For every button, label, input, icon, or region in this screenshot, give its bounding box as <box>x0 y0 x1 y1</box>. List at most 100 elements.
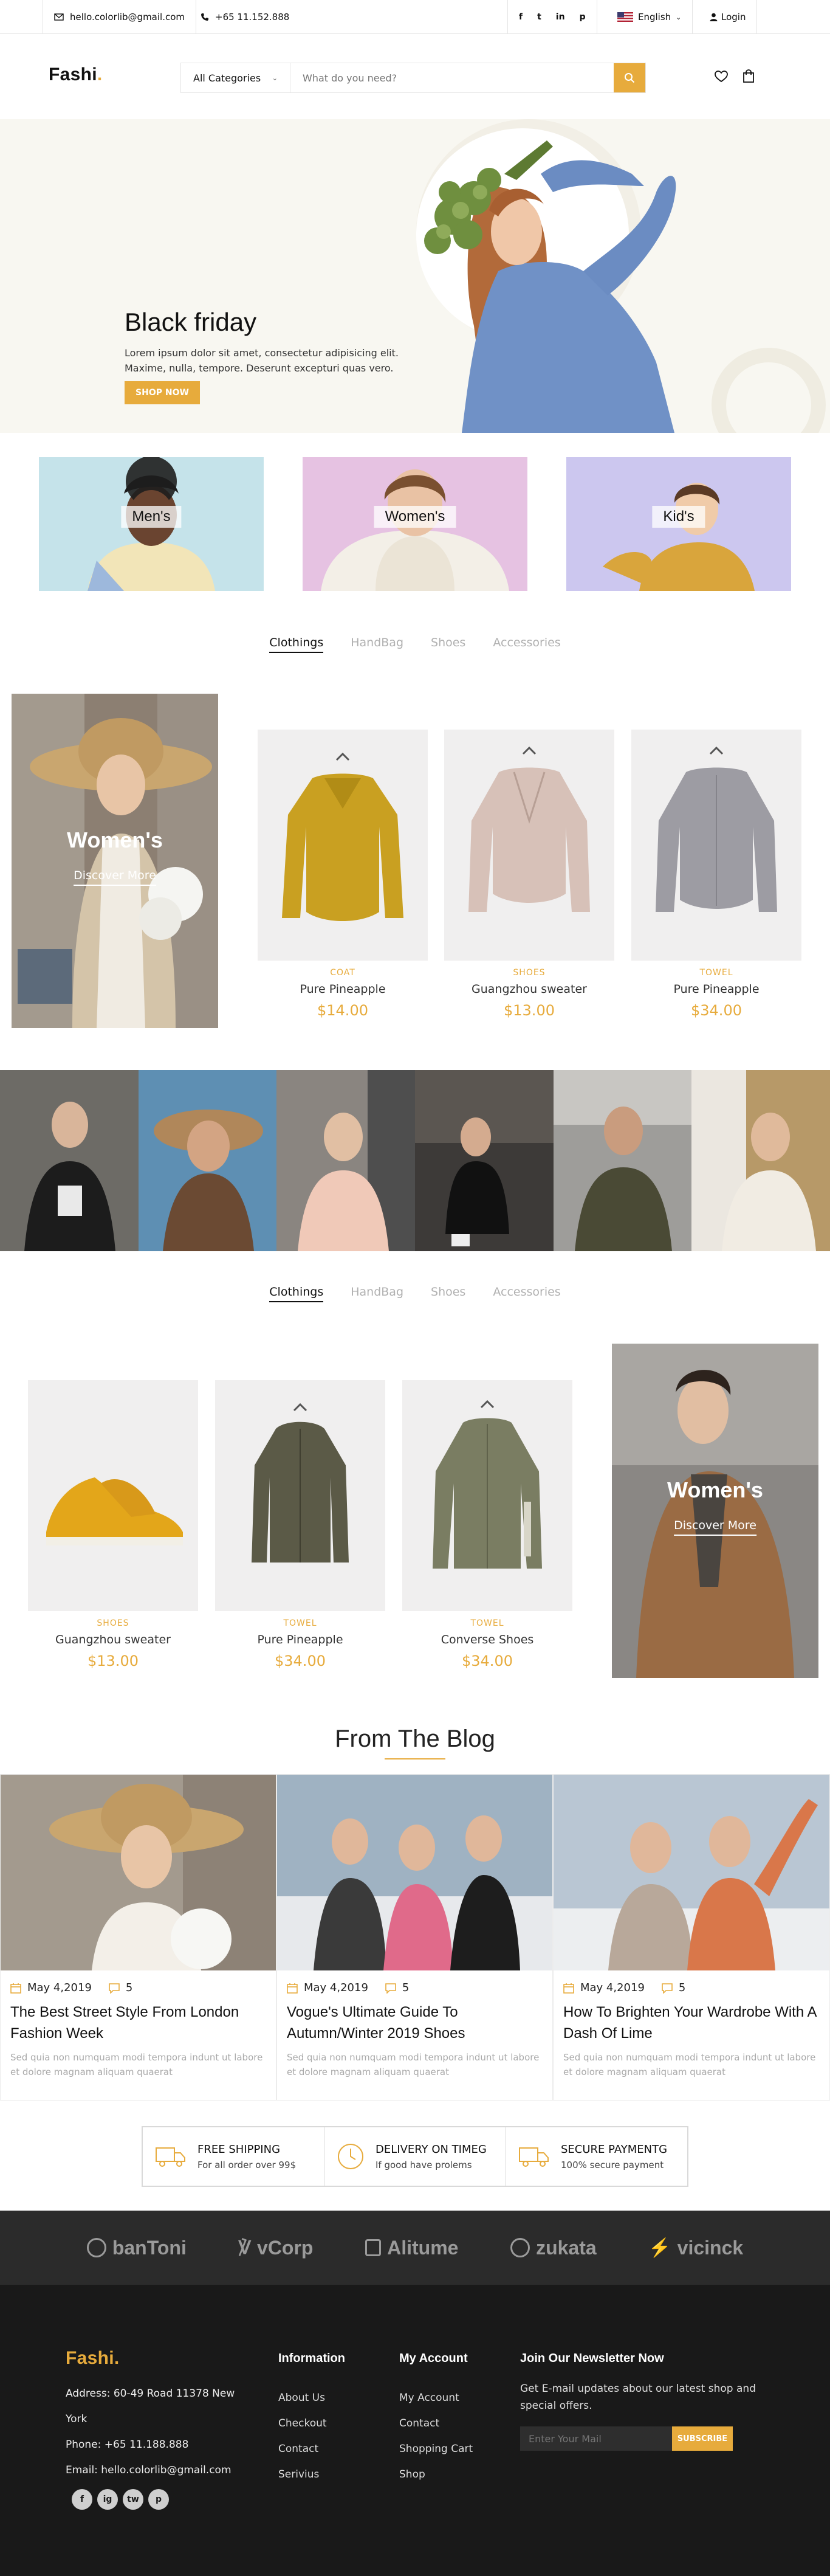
pinterest-icon[interactable]: p <box>580 12 586 22</box>
site-logo[interactable]: Fashi. <box>49 64 103 85</box>
post-meta: May 4,2019 5 <box>554 1970 829 1994</box>
footer-link[interactable]: Contact <box>278 2436 345 2462</box>
footer-link[interactable]: Serivius <box>278 2462 345 2487</box>
cart-button[interactable] <box>743 69 755 85</box>
newsletter-email-input[interactable] <box>520 2426 672 2451</box>
product-card[interactable]: SHOES Guangzhou sweater $13.00 <box>444 730 614 1019</box>
subscribe-button[interactable]: SUBSCRIBE <box>672 2426 733 2451</box>
partner-logo[interactable]: zukata <box>510 2237 597 2259</box>
partner-name: zukata <box>536 2236 597 2259</box>
product-card[interactable]: TOWEL Pure Pineapple $34.00 <box>631 730 801 1019</box>
blog-post[interactable]: May 4,2019 5 Vogue's Ultimate Guide To A… <box>276 1774 553 2101</box>
gallery-item[interactable] <box>553 1070 692 1251</box>
footer-email: Email: hello.colorlib@gmail.com <box>66 2464 232 2476</box>
banner-kids[interactable]: Kid's <box>566 457 791 591</box>
product-name[interactable]: Pure Pineapple <box>258 982 428 996</box>
footer-logo[interactable]: Fashi. <box>66 2348 254 2369</box>
site-footer: Fashi. Address: 60-49 Road 11378 New Yor… <box>0 2285 830 2576</box>
partner-logo[interactable]: Alitume <box>365 2237 458 2259</box>
product-name[interactable]: Guangzhou sweater <box>28 1633 198 1646</box>
post-title[interactable]: The Best Street Style From London Fashio… <box>1 1994 276 2044</box>
tab-shoes[interactable]: Shoes <box>431 636 465 653</box>
post-title[interactable]: Vogue's Ultimate Guide To Autumn/Winter … <box>277 1994 552 2044</box>
banner-label: Kid's <box>652 506 705 528</box>
login-link[interactable]: Login <box>699 0 758 34</box>
footer-link[interactable]: Shop <box>399 2462 473 2487</box>
tab-clothings[interactable]: Clothings <box>269 636 324 653</box>
product-name[interactable]: Pure Pineapple <box>215 1633 385 1646</box>
gallery-item[interactable] <box>415 1070 554 1251</box>
language-select[interactable]: English ⌄ <box>606 0 693 34</box>
tab-handbag[interactable]: HandBag <box>351 1285 403 1302</box>
feature-title: SECURE PAYMENTG <box>561 2143 668 2156</box>
partner-name: vCorp <box>257 2236 314 2259</box>
twitter-icon[interactable]: tw <box>123 2489 143 2510</box>
tab-accessories[interactable]: Accessories <box>493 636 560 653</box>
tab-accessories[interactable]: Accessories <box>493 1285 560 1302</box>
product-card[interactable]: TOWEL Converse Shoes $34.00 <box>402 1380 572 1670</box>
product-card[interactable]: COAT Pure Pineapple $14.00 <box>258 730 428 1019</box>
instagram-icon[interactable]: ig <box>97 2489 118 2510</box>
features-bar: FREE SHIPPING For all order over 99$ DELI… <box>142 2126 688 2187</box>
promo-title: Women's <box>667 1477 763 1502</box>
footer-link[interactable]: Checkout <box>278 2411 345 2436</box>
gallery-item[interactable] <box>138 1070 277 1251</box>
gallery-item[interactable] <box>0 1070 139 1251</box>
blog-post[interactable]: May 4,2019 5 How To Brighten Your Wardro… <box>553 1774 830 2101</box>
banner-women[interactable]: Women's <box>303 457 527 591</box>
topbar-phone[interactable]: +65 11.152.888 <box>190 0 300 34</box>
partner-logos: banToni ℣ vCorp Alitume zukata ⚡ vicinck <box>0 2211 830 2285</box>
banner-label: Women's <box>374 506 456 528</box>
blog-post[interactable]: May 4,2019 5 The Best Street Style From … <box>0 1774 276 2101</box>
facebook-icon[interactable]: f <box>72 2489 92 2510</box>
product-name[interactable]: Guangzhou sweater <box>444 982 614 996</box>
category-select[interactable]: All Categories ⌄ <box>181 63 290 92</box>
post-meta: May 4,2019 5 <box>1 1970 276 1994</box>
footer-link[interactable]: Shopping Cart <box>399 2436 473 2462</box>
footer-information: Information About Us Checkout Contact Se… <box>278 2352 345 2487</box>
women-promo[interactable]: Women's Discover More <box>12 694 218 1028</box>
product-price: $13.00 <box>504 1002 555 1019</box>
shop-now-button[interactable]: SHOP NOW <box>125 381 200 404</box>
partner-name: Alitume <box>387 2236 459 2259</box>
gallery-item[interactable] <box>276 1070 416 1251</box>
product-card[interactable]: TOWEL Pure Pineapple $34.00 <box>215 1380 385 1670</box>
footer-about: Fashi. Address: 60-49 Road 11378 New Yor… <box>66 2348 254 2510</box>
tab-clothings[interactable]: Clothings <box>269 1285 324 1302</box>
vicinck-icon: ⚡ <box>648 2237 671 2258</box>
partner-logo[interactable]: ℣ vCorp <box>238 2237 313 2259</box>
footer-link[interactable]: About Us <box>278 2385 345 2411</box>
footer-link[interactable]: Contact <box>399 2411 473 2436</box>
secure-payment-icon <box>519 2147 549 2167</box>
wishlist-button[interactable] <box>715 71 728 85</box>
footer-logo-dot: . <box>114 2348 120 2368</box>
product-card[interactable]: SHOES Guangzhou sweater $13.00 <box>28 1380 198 1670</box>
pinterest-icon[interactable]: p <box>148 2489 169 2510</box>
feature-subtitle: 100% secure payment <box>561 2159 664 2170</box>
product-image <box>402 1380 572 1611</box>
product-name[interactable]: Pure Pineapple <box>631 982 801 996</box>
footer-logo-text: Fashi <box>66 2348 114 2368</box>
feature-subtitle: If good have prolems <box>376 2159 472 2170</box>
facebook-icon[interactable]: f <box>519 12 523 22</box>
men-promo-image <box>612 1344 818 1678</box>
search-input[interactable] <box>290 63 614 92</box>
partner-logo[interactable]: banToni <box>86 2237 187 2259</box>
topbar-email[interactable]: hello.colorlib@gmail.com <box>43 0 197 34</box>
partner-logo[interactable]: ⚡ vicinck <box>648 2237 743 2259</box>
discover-more-link[interactable]: Discover More <box>674 1519 756 1536</box>
product-name[interactable]: Converse Shoes <box>402 1633 572 1646</box>
phone-icon <box>201 13 208 21</box>
twitter-icon[interactable]: t <box>537 12 541 22</box>
men-promo[interactable]: Women's Discover More <box>612 1344 818 1678</box>
tab-shoes[interactable]: Shoes <box>431 1285 465 1302</box>
tab-handbag[interactable]: HandBag <box>351 636 403 653</box>
search-button[interactable] <box>614 63 645 92</box>
discover-more-link[interactable]: Discover More <box>74 869 156 886</box>
banner-men[interactable]: Men's <box>39 457 264 591</box>
product-category: TOWEL <box>470 1618 504 1628</box>
gallery-item[interactable] <box>691 1070 830 1251</box>
post-title[interactable]: How To Brighten Your Wardrobe With A Das… <box>554 1994 829 2044</box>
linkedin-icon[interactable]: in <box>556 12 565 22</box>
footer-link[interactable]: My Account <box>399 2385 473 2411</box>
